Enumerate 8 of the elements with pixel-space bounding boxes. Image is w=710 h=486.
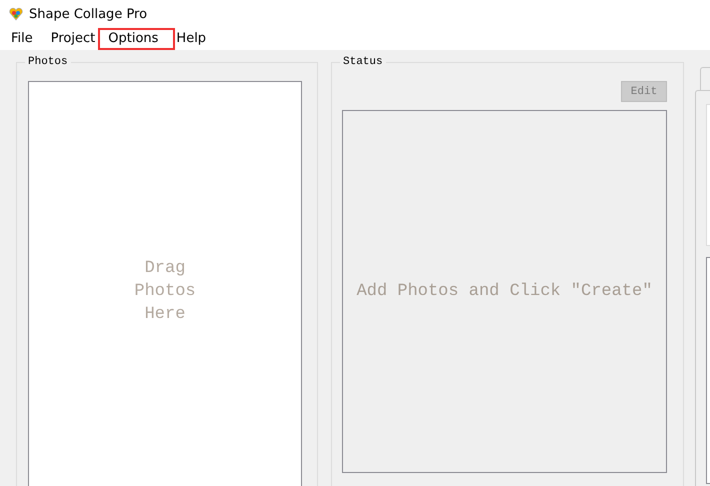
menu-item[interactable]: Options bbox=[98, 28, 176, 50]
status-hint: Add Photos and Click "Create" bbox=[356, 282, 652, 301]
app-logo-icon bbox=[9, 7, 23, 21]
drop-hint: Photos bbox=[134, 280, 196, 302]
drop-hint: Drag bbox=[144, 258, 186, 280]
drop-hint: Here bbox=[144, 304, 186, 326]
menu-item[interactable]: File bbox=[2, 28, 42, 50]
window-title: Shape Collage Pro bbox=[29, 6, 148, 22]
